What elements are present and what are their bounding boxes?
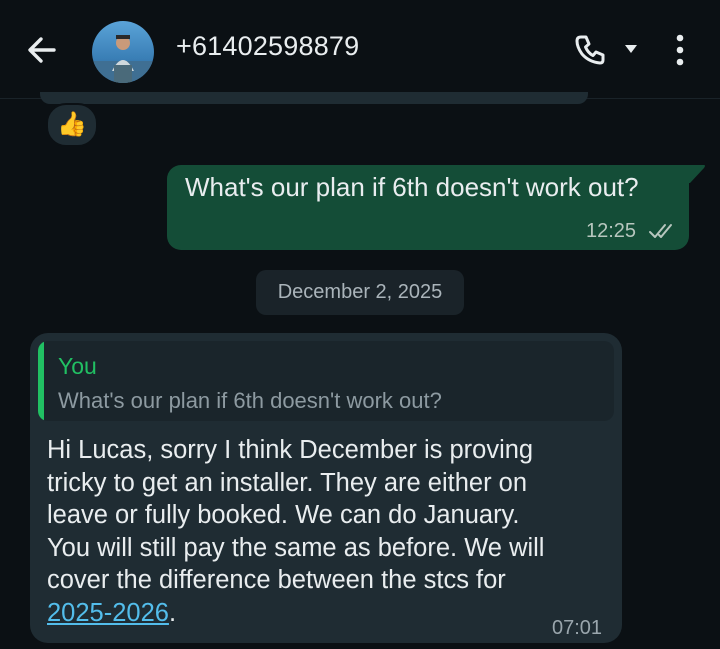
trailing-period: . [168,598,177,627]
date-separator: December 2, 2025 [256,270,464,315]
message-line: cover the difference between the stcs fo… [47,566,506,594]
profile-photo-icon [92,21,154,83]
back-arrow-icon[interactable] [22,30,62,70]
message-line: Hi Lucas, sorry I think December is prov… [47,436,534,464]
message-line-last: 2025-2026. [47,597,607,630]
quote-author: You [58,353,97,379]
message-line: You will still pay the same as before. W… [47,533,545,562]
date-separator-label: December 2, 2025 [277,281,443,303]
incoming-message-text: Hi Lucas, sorry I think December is prov… [47,434,607,629]
contact-title[interactable]: +61402598879 [176,31,359,62]
avatar[interactable] [92,21,154,83]
bubble-tail-icon [682,165,705,183]
outgoing-message-text: What's our plan if 6th doesn't work out? [185,172,639,202]
quote-accent-bar [38,341,44,421]
message-line: tricky to get an installer. They are eit… [47,468,528,497]
quoted-message[interactable]: You What's our plan if 6th doesn't work … [38,341,614,421]
reaction-badge[interactable]: 👍 [46,103,98,147]
chat-header: +61402598879 [0,0,720,99]
chevron-down-icon[interactable] [624,42,638,56]
message-line: leave or fully booked. We can do January… [47,501,520,529]
quote-text: What's our plan if 6th doesn't work out? [58,388,442,413]
double-check-icon [649,224,672,238]
thumbs-up-icon: 👍 [57,111,87,138]
outgoing-message-time: 12:25 [586,220,637,242]
phone-icon[interactable] [570,30,610,70]
link-2025-2026[interactable]: 2025-2026 [47,599,169,627]
incoming-message-time: 07:01 [552,617,603,639]
previous-message-bubble[interactable] [40,92,588,104]
more-vertical-icon[interactable] [668,30,692,70]
